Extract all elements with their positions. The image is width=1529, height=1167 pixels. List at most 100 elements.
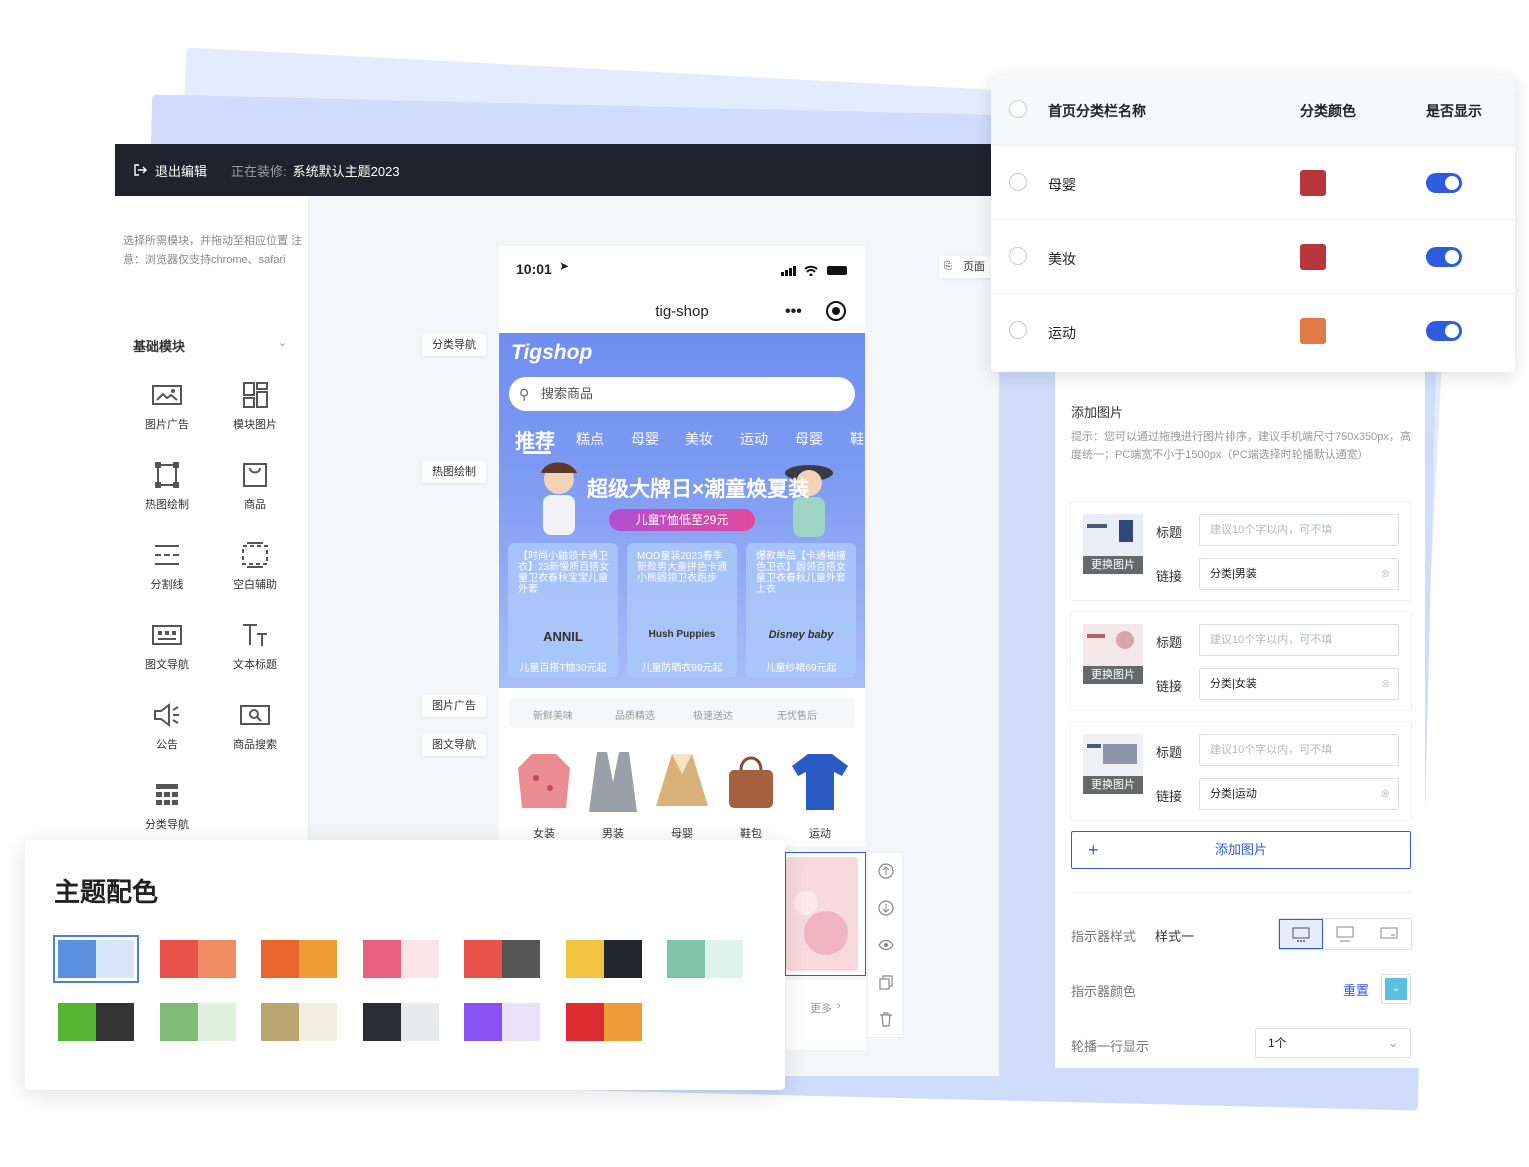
category-color-swatch[interactable] [1300,244,1326,270]
copy-icon[interactable] [878,974,894,990]
module-announcement[interactable]: 公告 [127,702,207,752]
theme-swatch[interactable] [159,940,236,978]
promo-card[interactable]: 爆款单品【卡通袖撞色卫衣】圆领百搭女童卫衣春秋儿童外套上衣 Disney bab… [746,543,856,677]
module-label: 公告 [156,739,178,751]
module-blank[interactable]: 空白辅助 [215,542,295,592]
trash-icon[interactable] [878,1011,894,1027]
swatch-color [261,1003,299,1041]
swatch-color [565,1003,604,1041]
tab-item[interactable]: 鞋 [850,429,864,449]
indicator-style-three-icon[interactable] [1367,919,1411,949]
theme-swatch[interactable] [362,1003,439,1041]
image-thumbnail[interactable]: 更换图片 [1083,734,1143,794]
tag-image-text-nav[interactable]: 图文导航 [422,734,486,756]
promo-card[interactable]: MOD童装2023春季新款男大童拼色卡通小熊圆领卫衣跑步 Hush Puppie… [627,543,737,677]
theme-swatch[interactable] [667,940,743,978]
tag-page[interactable]: ⎘ 页面 [939,256,995,278]
more-link[interactable]: 更多 [810,1000,832,1016]
module-image-ad[interactable]: 图片广告 [127,382,207,432]
theme-swatch[interactable] [58,1003,134,1041]
section-title[interactable]: 基础模块 [133,336,185,355]
replace-image-button[interactable]: 更换图片 [1083,666,1143,684]
product-nav-item[interactable]: 女装 [511,738,577,841]
tab-item[interactable]: 糕点 [576,429,604,449]
reset-link[interactable]: 重置 [1343,980,1369,999]
tag-image-ad[interactable]: 图片广告 [422,695,486,717]
theme-swatch[interactable] [464,1003,540,1041]
visibility-toggle[interactable] [1426,247,1462,267]
product-nav-label: 母婴 [671,828,693,840]
selected-carousel-block[interactable] [785,852,866,976]
theme-swatch[interactable] [362,940,439,978]
module-product-search[interactable]: 商品搜索 [215,702,295,752]
tag-category-nav[interactable]: 分类导航 [422,334,486,356]
exit-edit-button[interactable]: 退出编辑 [155,161,207,180]
product-nav-item[interactable]: 鞋包 [718,738,784,841]
chevron-right-icon: › [837,1000,841,1012]
row-checkbox[interactable] [1009,321,1027,339]
clear-icon[interactable]: ⊗ [1381,559,1390,589]
product-nav-item[interactable]: 母婴 [649,738,715,841]
image-thumbnail[interactable]: 更换图片 [1083,514,1143,574]
add-image-button[interactable]: + 添加图片 [1071,831,1411,869]
theme-swatch[interactable] [53,935,139,983]
theme-swatch[interactable] [261,1003,337,1041]
theme-swatch[interactable] [565,940,642,978]
category-color-swatch[interactable] [1300,170,1326,196]
indicator-style-two-icon[interactable] [1323,919,1367,949]
capsule-close-icon[interactable] [826,301,846,321]
swatch-color [197,940,236,978]
move-up-icon[interactable] [878,863,894,879]
replace-image-button[interactable]: 更换图片 [1083,776,1143,794]
module-module-image[interactable]: 模块图片 [215,382,295,432]
title-input[interactable]: 建议10个字以内，可不填 [1199,734,1399,766]
link-input[interactable]: 分类|运动 ⊗ [1199,778,1399,810]
replace-image-button[interactable]: 更换图片 [1083,556,1143,574]
select-all-checkbox[interactable] [1009,100,1027,118]
eye-icon[interactable] [878,937,894,953]
tab-item[interactable]: 运动 [740,429,768,449]
tab-item[interactable]: 母婴 [631,429,659,449]
theme-swatch[interactable] [565,1003,642,1041]
image-thumbnail[interactable]: 更换图片 [1083,624,1143,684]
module-image-text-nav[interactable]: 图文导航 [127,622,207,672]
tab-item[interactable]: 母婴 [795,429,823,449]
promo-card-brand: Disney baby [768,629,834,641]
row-checkbox[interactable] [1009,247,1027,265]
tag-hotspot[interactable]: 热图绘制 [422,461,486,483]
module-hotspot[interactable]: 热图绘制 [127,462,207,512]
link-input[interactable]: 分类|男装 ⊗ [1199,558,1399,590]
promo-card[interactable]: 【时尚小鼬领卡通卫衣】23新慢质百搭女童卫衣春秋宝宝儿童外套 ANNIL 儿童百… [508,543,618,677]
location-arrow-icon: ➤ [559,259,570,273]
move-down-icon[interactable] [878,900,894,916]
clear-icon[interactable]: ⊗ [1381,669,1390,699]
theme-swatch[interactable] [261,940,337,978]
banner-pill[interactable]: 儿童T恤低至29元 [609,509,755,531]
per-row-select[interactable]: 1个 ⌄ [1255,1028,1411,1058]
theme-swatch[interactable] [159,1003,236,1041]
title-input[interactable]: 建议10个字以内，可不填 [1199,624,1399,656]
search-input[interactable]: ⚲ 搜索商品 [509,377,855,411]
module-label: 分割线 [150,579,184,591]
tab-item[interactable]: 美妆 [685,429,713,449]
indicator-color-picker[interactable]: ⌄ [1381,974,1411,1004]
module-category-nav[interactable]: 分类导航 [127,782,207,832]
theme-swatch[interactable] [464,940,540,978]
clear-icon[interactable]: ⊗ [1381,779,1390,809]
module-divider[interactable]: 分割线 [127,542,207,592]
chevron-down-icon[interactable]: ⌄ [278,336,287,349]
title-input[interactable]: 建议10个字以内，可不填 [1199,514,1399,546]
product-nav-item[interactable]: 运动 [787,738,853,841]
module-product[interactable]: 商品 [215,462,295,512]
tab-active[interactable]: 推荐 [515,425,555,454]
category-color-swatch[interactable] [1300,318,1326,344]
product-nav-item[interactable]: 男装 [580,738,646,841]
indicator-style-one-icon[interactable] [1279,919,1323,949]
more-dots-icon[interactable]: ••• [785,290,802,333]
row-checkbox[interactable] [1009,173,1027,191]
link-input[interactable]: 分类|女装 ⊗ [1199,668,1399,700]
exit-icon[interactable] [133,163,147,177]
module-text-title[interactable]: 文本标题 [215,622,295,672]
visibility-toggle[interactable] [1426,173,1462,193]
visibility-toggle[interactable] [1426,321,1462,341]
